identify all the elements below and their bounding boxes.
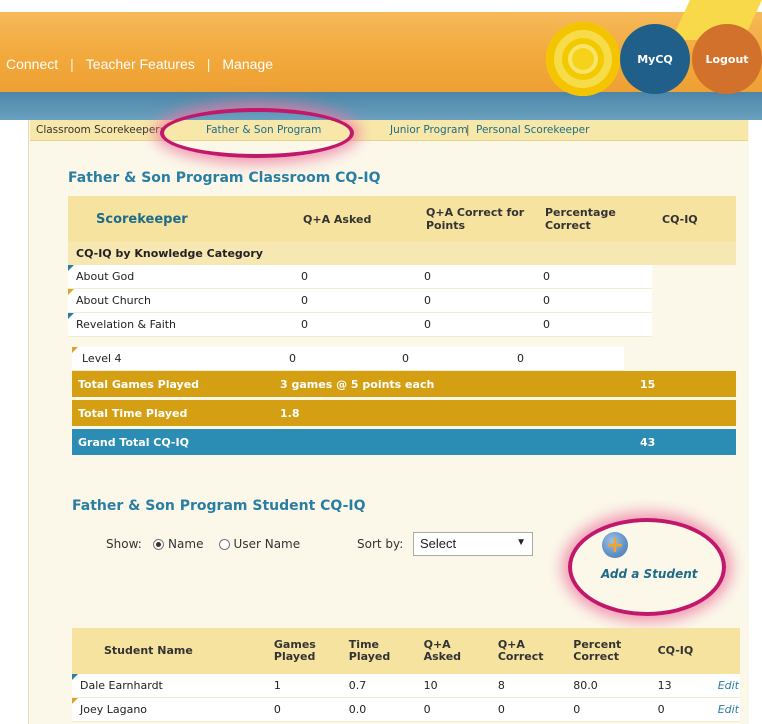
top-header: Connect | Teacher Features | Manage MyCQ Log… bbox=[0, 0, 762, 120]
total-games-bar: Total Games Played 3 games @ 5 points ea… bbox=[72, 371, 736, 397]
col-student-name: Student Name bbox=[72, 628, 266, 674]
col-percent: Percent Correct bbox=[565, 628, 650, 674]
row-correct: 0 bbox=[396, 347, 511, 371]
col-time: Time Played bbox=[340, 628, 416, 674]
student-asked: 10 bbox=[415, 674, 490, 698]
sort-select[interactable]: Select ▼ bbox=[413, 532, 533, 556]
table-row: About God 0 0 0 bbox=[68, 265, 736, 289]
table-row: Joey Lagano 0 0.0 0 0 0 0 Edit bbox=[72, 697, 740, 722]
table-row: About Church 0 0 0 bbox=[68, 288, 736, 313]
student-correct: 8 bbox=[489, 674, 566, 698]
grand-total-label: Grand Total CQ-IQ bbox=[78, 436, 189, 449]
row-correct: 0 bbox=[416, 288, 535, 313]
edit-link[interactable]: Edit bbox=[709, 697, 740, 722]
students-title: Father & Son Program Student CQ-IQ bbox=[72, 498, 366, 514]
student-pct: 0 bbox=[565, 697, 650, 722]
student-name: Dale Earnhardt bbox=[72, 674, 266, 698]
nav-connect[interactable]: Connect bbox=[6, 56, 58, 72]
col-asked: Q+A Asked bbox=[415, 628, 490, 674]
row-name: About God bbox=[68, 265, 293, 289]
row-name: Level 4 bbox=[72, 347, 283, 371]
logout-button[interactable]: Logout bbox=[692, 24, 762, 94]
breadcrumb-separator: | bbox=[466, 124, 470, 136]
total-games-value: 15 bbox=[640, 378, 656, 391]
edit-link[interactable]: Edit bbox=[709, 674, 740, 698]
radio-username-label: User Name bbox=[233, 537, 301, 551]
row-name: Revelation & Faith bbox=[68, 312, 293, 337]
row-pct: 0 bbox=[511, 347, 624, 371]
grand-total-bar: Grand Total CQ-IQ 43 bbox=[72, 429, 736, 455]
breadcrumb: Classroom Scorekeeper: Father & Son Prog… bbox=[30, 120, 748, 141]
row-correct: 0 bbox=[416, 265, 535, 289]
show-label: Show: bbox=[106, 537, 142, 551]
nav-separator: | bbox=[206, 56, 211, 72]
header-shadow bbox=[0, 92, 762, 120]
total-games-label: Total Games Played bbox=[78, 378, 200, 391]
col-correct: Q+A Correct bbox=[489, 628, 566, 674]
radio-name-label: Name bbox=[168, 537, 204, 551]
col-percentage: Percentage Correct bbox=[535, 196, 652, 242]
breadcrumb-personal[interactable]: Personal Scorekeeper bbox=[476, 124, 589, 136]
col-correct: Q+A Correct for Points bbox=[416, 196, 535, 242]
row-asked: 0 bbox=[293, 312, 416, 337]
row-name: About Church bbox=[68, 288, 293, 313]
row-asked: 0 bbox=[293, 265, 416, 289]
radio-username[interactable] bbox=[218, 539, 230, 550]
table-row: Revelation & Faith 0 0 0 bbox=[68, 312, 736, 337]
highlight-ellipse bbox=[568, 518, 726, 616]
table-row: Dale Earnhardt 1 0.7 10 8 80.0 13 Edit bbox=[72, 674, 740, 698]
classroom-table: Scorekeeper Q+A Asked Q+A Correct for Po… bbox=[68, 196, 736, 337]
classroom-table-continued: Level 4 0 0 0 bbox=[72, 347, 732, 371]
nav-teacher-features[interactable]: Teacher Features bbox=[86, 56, 195, 72]
col-scorekeeper: Scorekeeper bbox=[68, 196, 293, 242]
target-icon[interactable] bbox=[546, 22, 620, 96]
col-asked: Q+A Asked bbox=[293, 196, 416, 242]
row-cqiq bbox=[652, 312, 736, 337]
radio-name[interactable] bbox=[153, 539, 165, 550]
student-games: 0 bbox=[265, 697, 341, 722]
sort-label: Sort by: bbox=[357, 537, 404, 551]
total-time-detail: 1.8 bbox=[280, 407, 300, 420]
row-asked: 0 bbox=[293, 288, 416, 313]
student-correct: 0 bbox=[489, 697, 566, 722]
student-pct: 80.0 bbox=[565, 674, 650, 698]
nav-manage[interactable]: Manage bbox=[222, 56, 273, 72]
student-time: 0.0 bbox=[340, 697, 416, 722]
row-pct: 0 bbox=[535, 265, 652, 289]
row-cqiq bbox=[624, 347, 732, 371]
row-cqiq bbox=[652, 265, 736, 289]
chevron-down-icon: ▼ bbox=[516, 537, 526, 548]
col-cqiq: CQ-IQ bbox=[652, 196, 736, 242]
student-name: Joey Lagano bbox=[72, 697, 266, 722]
col-actions bbox=[709, 628, 740, 674]
row-pct: 0 bbox=[535, 312, 652, 337]
row-cqiq bbox=[652, 288, 736, 313]
breadcrumb-label: Classroom Scorekeeper: bbox=[36, 124, 163, 136]
nav-separator: | bbox=[70, 56, 74, 72]
sort-select-value: Select bbox=[420, 536, 457, 551]
col-cqiq: CQ-IQ bbox=[649, 628, 710, 674]
student-time: 0.7 bbox=[340, 674, 416, 698]
total-games-detail: 3 games @ 5 points each bbox=[280, 378, 435, 391]
total-time-bar: Total Time Played 1.8 bbox=[72, 400, 736, 426]
students-table: Student Name Games Played Time Played Q+… bbox=[72, 628, 740, 722]
row-correct: 0 bbox=[416, 312, 535, 337]
category-header: CQ-IQ by Knowledge Category bbox=[68, 242, 736, 265]
grand-total-value: 43 bbox=[640, 436, 656, 449]
highlight-ellipse bbox=[160, 108, 354, 158]
student-cqiq: 0 bbox=[649, 697, 710, 722]
student-games: 1 bbox=[265, 674, 341, 698]
row-pct: 0 bbox=[535, 288, 652, 313]
student-asked: 0 bbox=[415, 697, 490, 722]
show-options: Show: Name User Name bbox=[106, 537, 300, 551]
total-time-label: Total Time Played bbox=[78, 407, 188, 420]
myco-button[interactable]: MyCQ bbox=[620, 24, 690, 94]
classroom-title: Father & Son Program Classroom CQ-IQ bbox=[68, 170, 381, 186]
main-nav: Connect | Teacher Features | Manage bbox=[0, 56, 279, 72]
row-asked: 0 bbox=[283, 347, 396, 371]
table-row: Level 4 0 0 0 bbox=[72, 347, 732, 371]
student-cqiq: 13 bbox=[649, 674, 710, 698]
breadcrumb-junior[interactable]: Junior Program bbox=[390, 124, 468, 136]
col-games: Games Played bbox=[265, 628, 341, 674]
